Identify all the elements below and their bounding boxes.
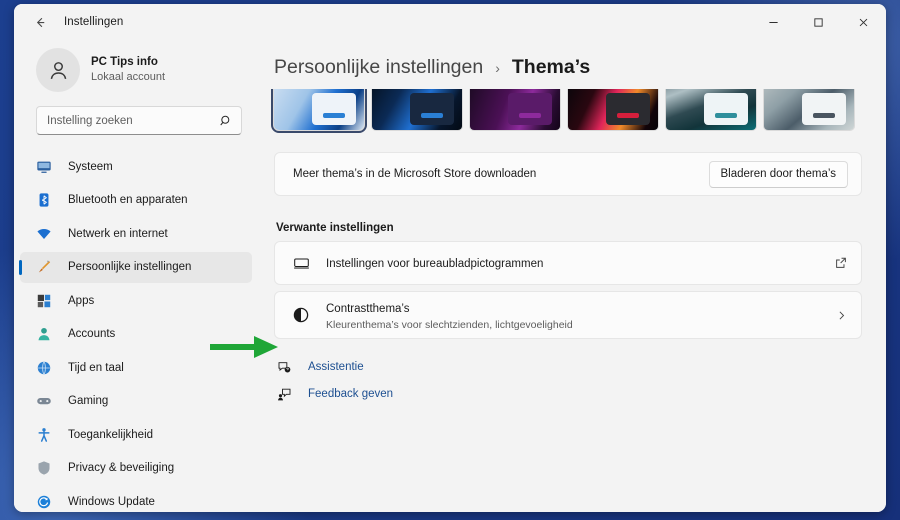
sidebar-item-gaming[interactable]: Gaming (20, 386, 252, 417)
link-label[interactable]: Assistentie (308, 361, 364, 373)
sidebar-item-label: Toegankelijkheid (68, 429, 153, 441)
accessibility-person-icon (34, 425, 53, 444)
sidebar-item-label: Tijd en taal (68, 362, 124, 374)
row-title: Contrastthema’s (326, 303, 410, 315)
theme-thumbnail[interactable] (764, 89, 854, 130)
sidebar-item-label: Apps (68, 295, 94, 307)
account-name: PC Tips info (91, 55, 165, 69)
minimize-button[interactable] (751, 4, 796, 40)
row-desktop-icon-settings[interactable]: Instellingen voor bureaubladpictogrammen (274, 241, 862, 285)
search-icon[interactable] (219, 114, 233, 128)
search-input[interactable] (47, 115, 219, 127)
sidebar-item-time-language[interactable]: Tijd en taal (20, 352, 252, 383)
chevron-right-icon[interactable] (835, 309, 848, 322)
scroll-region[interactable]: Meer thema’s in de Microsoft Store downl… (260, 89, 886, 512)
contrast-circle-icon (290, 306, 312, 324)
search-box[interactable] (36, 106, 242, 135)
related-settings-heading: Verwante instellingen (276, 222, 862, 234)
window-body: PC Tips info Lokaal account (14, 40, 886, 512)
desktop-monitor-icon (290, 255, 312, 272)
shield-icon (34, 459, 53, 478)
sidebar-item-label: Accounts (68, 328, 115, 340)
row-subtitle: Kleurenthema’s voor slechtzienden, licht… (326, 319, 835, 331)
help-question-icon (274, 360, 294, 375)
update-refresh-icon (34, 492, 53, 511)
caption-buttons (751, 4, 886, 40)
theme-thumbnail[interactable] (568, 89, 658, 130)
sidebar-item-network[interactable]: Netwerk en internet (20, 218, 252, 249)
sidebar-item-system[interactable]: Systeem (20, 151, 252, 182)
clock-globe-icon (34, 358, 53, 377)
gamepad-icon (34, 392, 53, 411)
sidebar-item-personalization[interactable]: Persoonlijke instellingen (20, 252, 252, 283)
sidebar-item-label: Netwerk en internet (68, 228, 168, 240)
search-container (14, 106, 260, 135)
paintbrush-icon (34, 258, 53, 277)
back-arrow-icon[interactable] (24, 8, 56, 36)
account-header[interactable]: PC Tips info Lokaal account (14, 40, 260, 106)
main-pane: Persoonlijke instellingen › Thema’s (260, 40, 886, 512)
theme-grid (274, 89, 862, 130)
sidebar-item-windows-update[interactable]: Windows Update (20, 486, 252, 512)
bluetooth-icon (34, 191, 53, 210)
sidebar-item-bluetooth[interactable]: Bluetooth en apparaten (20, 185, 252, 216)
chevron-right-icon: › (495, 60, 500, 76)
theme-thumbnail[interactable] (372, 89, 462, 130)
row-contrast-themes[interactable]: Contrastthema’s Kleurenthema’s voor slec… (274, 291, 862, 339)
theme-thumbnail[interactable] (666, 89, 756, 130)
app-title: Instellingen (64, 16, 123, 28)
sidebar-item-accounts[interactable]: Accounts (20, 319, 252, 350)
wifi-icon (34, 224, 53, 243)
page-title: Thema’s (512, 56, 590, 79)
close-button[interactable] (841, 4, 886, 40)
sidebar-item-privacy-security[interactable]: Privacy & beveiliging (20, 453, 252, 484)
sidebar-item-label: Privacy & beveiliging (68, 462, 174, 474)
account-person-icon (34, 325, 53, 344)
sidebar-nav: Systeem Bluetooth en apparaten Netwerk e… (14, 151, 260, 512)
monitor-icon (34, 157, 53, 176)
browse-themes-button[interactable]: Bladeren door thema’s (709, 161, 849, 188)
footer-links: Assistentie Feedback geven (274, 355, 862, 406)
store-row-text: Meer thema’s in de Microsoft Store downl… (293, 168, 536, 180)
sidebar-item-apps[interactable]: Apps (20, 285, 252, 316)
link-assistentie[interactable]: Assistentie (274, 355, 862, 379)
sidebar-item-label: Gaming (68, 395, 108, 407)
account-type: Lokaal account (91, 71, 165, 85)
sidebar-item-label: Systeem (68, 161, 113, 173)
row-title: Instellingen voor bureaubladpictogrammen (326, 258, 543, 270)
settings-window: Instellingen (14, 4, 886, 512)
sidebar-item-label: Persoonlijke instellingen (68, 261, 191, 273)
theme-thumbnail[interactable] (274, 89, 364, 130)
sidebar: PC Tips info Lokaal account (14, 40, 260, 512)
maximize-button[interactable] (796, 4, 841, 40)
sidebar-item-accessibility[interactable]: Toegankelijkheid (20, 419, 252, 450)
title-bar: Instellingen (14, 4, 886, 40)
theme-thumbnail[interactable] (470, 89, 560, 130)
avatar (36, 48, 80, 92)
external-link-icon[interactable] (834, 256, 848, 270)
microsoft-store-row: Meer thema’s in de Microsoft Store downl… (274, 152, 862, 196)
breadcrumb-parent[interactable]: Persoonlijke instellingen (274, 56, 483, 79)
feedback-icon (274, 387, 294, 402)
sidebar-item-label: Bluetooth en apparaten (68, 194, 188, 206)
link-feedback-geven[interactable]: Feedback geven (274, 382, 862, 406)
apps-grid-icon (34, 291, 53, 310)
link-label[interactable]: Feedback geven (308, 388, 393, 400)
breadcrumb: Persoonlijke instellingen › Thema’s (260, 40, 886, 89)
sidebar-item-label: Windows Update (68, 496, 155, 508)
